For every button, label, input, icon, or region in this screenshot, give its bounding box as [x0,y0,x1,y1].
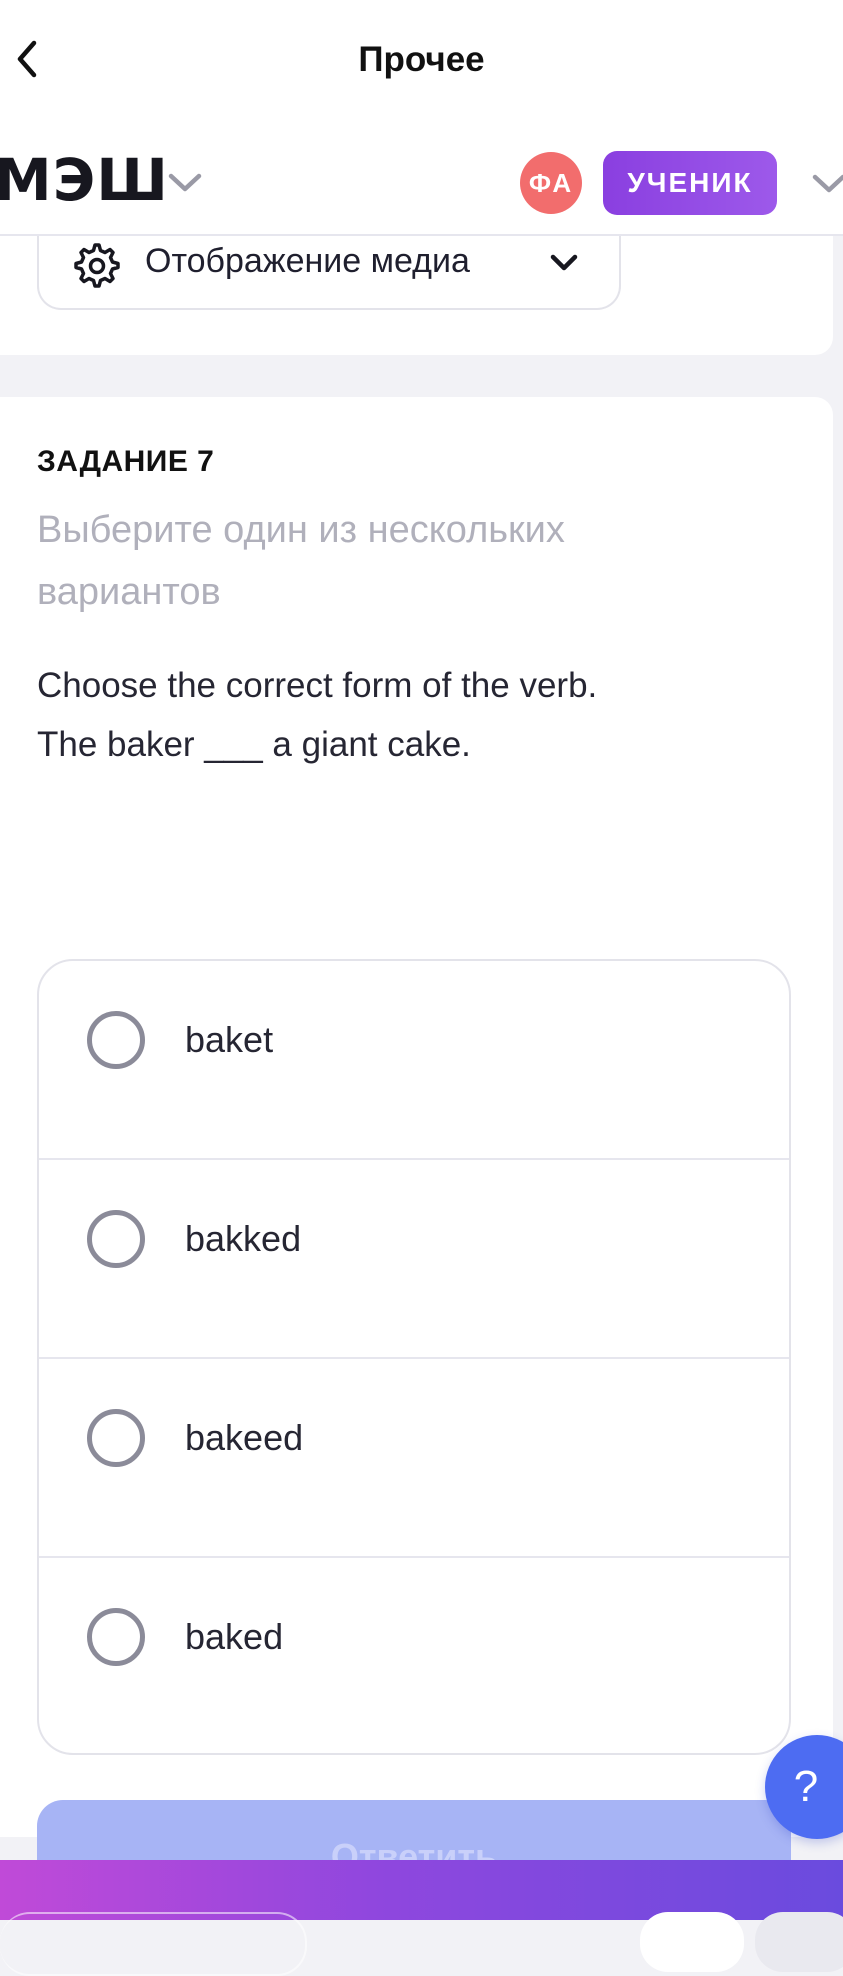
brand-bar: МЭШ ФА УЧЕНИК [0,120,843,236]
option-baked[interactable]: baked [39,1558,789,1753]
radio-unchecked-icon[interactable] [87,1409,145,1467]
gear-icon [74,243,120,288]
radio-unchecked-icon[interactable] [87,1011,145,1069]
app-logo[interactable]: МЭШ [0,151,169,209]
bottom-bar [0,1860,843,1976]
option-bakked[interactable]: bakked [39,1160,789,1359]
help-label: ? [793,1762,819,1811]
nav-bar: Прочее [0,0,843,120]
avatar[interactable]: ФА [520,152,582,214]
page-title: Прочее [358,40,485,79]
task-instruction: Выберите один из нескольких вариантов [37,509,565,613]
bottom-action-button[interactable] [640,1912,744,1972]
media-display-label: Отображение медиа [145,242,470,280]
chevron-down-icon[interactable] [166,171,204,195]
option-baket[interactable]: baket [39,961,789,1160]
option-bakeed[interactable]: bakeed [39,1359,789,1558]
chevron-down-icon[interactable] [810,172,843,196]
option-label: baked [185,1616,284,1657]
option-label: baket [185,1019,274,1060]
option-label: bakeed [185,1417,304,1458]
radio-unchecked-icon[interactable] [87,1210,145,1268]
question-line: The baker ___ a giant cake. [37,725,471,764]
radio-unchecked-icon[interactable] [87,1608,145,1666]
question-line: Choose the correct form of the verb. [37,666,598,705]
task-card: ЗАДАНИЕ 7 Выберите один из нескольких ва… [0,397,833,1837]
option-label: bakked [185,1218,302,1259]
question-text: Choose the correct form of the verb. The… [37,656,797,774]
bottom-action-button[interactable] [755,1912,843,1972]
role-badge[interactable]: УЧЕНИК [603,151,777,215]
task-number: ЗАДАНИЕ 7 [37,445,215,478]
chevron-down-icon [550,254,578,271]
bottom-pill[interactable] [0,1912,307,1976]
media-display-toggle[interactable]: Отображение медиа [37,230,621,310]
answer-options: baket bakked bakeed baked [37,959,791,1755]
